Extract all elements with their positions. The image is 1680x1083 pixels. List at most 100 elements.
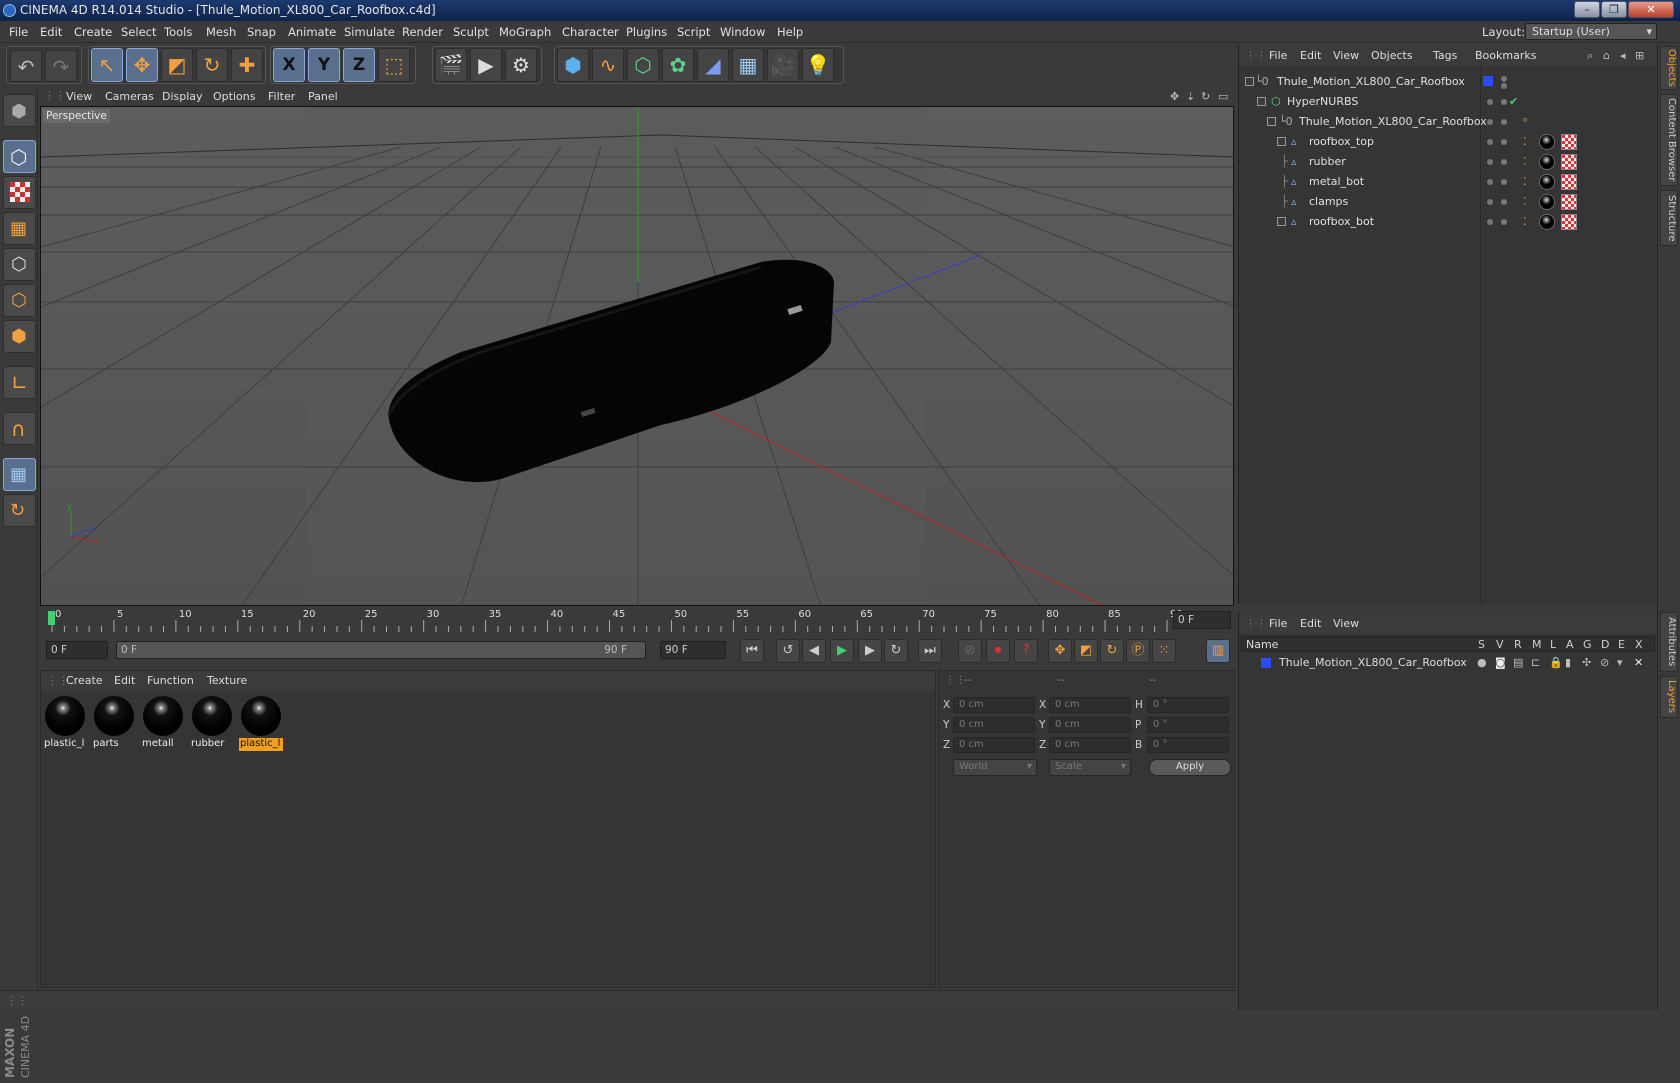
frame-range-slider[interactable]: 0 F 90 F bbox=[116, 641, 646, 659]
cube-button[interactable]: ⬢ bbox=[557, 48, 589, 82]
tab-content-browser[interactable]: Content Browser bbox=[1660, 94, 1678, 186]
render-visibility-icon[interactable] bbox=[1501, 199, 1507, 205]
menu-animate[interactable]: Animate bbox=[288, 25, 336, 39]
go-to-end-button[interactable]: ⏭ bbox=[918, 639, 942, 663]
expand-icon[interactable] bbox=[1277, 137, 1286, 146]
visibility-icon[interactable] bbox=[1487, 199, 1493, 205]
apply-button[interactable]: Apply bbox=[1149, 759, 1231, 776]
layer-menu-file[interactable]: File bbox=[1269, 617, 1287, 630]
col-render[interactable]: R bbox=[1514, 638, 1522, 651]
visibility-icon[interactable] bbox=[1487, 159, 1493, 165]
render-visibility-icon[interactable] bbox=[1501, 179, 1507, 185]
deformer-button[interactable]: ◢ bbox=[697, 48, 729, 82]
scale-button[interactable]: ◩ bbox=[161, 48, 193, 82]
texture-mode-button[interactable] bbox=[3, 176, 36, 209]
undo-button[interactable]: ↶ bbox=[10, 50, 42, 82]
object-menu-tags[interactable]: Tags bbox=[1433, 49, 1457, 62]
material-menu-function[interactable]: Function bbox=[147, 674, 194, 687]
points-mode-button[interactable]: ⬡ bbox=[3, 248, 36, 281]
floor-button[interactable]: ▦ bbox=[732, 48, 764, 82]
texture-tag-icon[interactable] bbox=[1561, 134, 1577, 150]
visibility-render-icon[interactable] bbox=[1501, 83, 1507, 89]
menu-character[interactable]: Character bbox=[562, 25, 619, 39]
expand-icon[interactable] bbox=[1277, 217, 1286, 226]
make-editable-button[interactable]: ⬢ bbox=[3, 94, 36, 127]
menu-snap[interactable]: Snap bbox=[247, 25, 276, 39]
new-view-icon[interactable]: ⊞ bbox=[1635, 49, 1644, 62]
pos-y-field[interactable]: 0 cm bbox=[953, 717, 1035, 733]
viewport-menu-display[interactable]: Display bbox=[162, 90, 203, 103]
perspective-viewport[interactable]: y x z Perspective bbox=[40, 106, 1234, 606]
visibility-icon[interactable] bbox=[1487, 219, 1493, 225]
layout-dropdown[interactable]: Startup (User) ▾ bbox=[1525, 23, 1657, 40]
object-row[interactable]: └0 Thule_Motion_XL800_Car_Roofbox bbox=[1239, 72, 1657, 92]
next-frame-button[interactable]: ▶ bbox=[858, 639, 882, 663]
menu-simulate[interactable]: Simulate bbox=[344, 25, 395, 39]
render-visibility-icon[interactable] bbox=[1501, 99, 1507, 105]
tab-objects[interactable]: Objects bbox=[1660, 46, 1678, 90]
rot-h-field[interactable]: 0 ° bbox=[1147, 697, 1229, 713]
layer-menu-view[interactable]: View bbox=[1333, 617, 1359, 630]
layer-name-header[interactable]: Name bbox=[1246, 638, 1278, 651]
workplane-mode-button[interactable]: ▦ bbox=[3, 212, 36, 245]
solo-toggle-icon[interactable]: ● bbox=[1477, 656, 1487, 669]
move-button[interactable]: ✥ bbox=[126, 48, 158, 82]
light-button[interactable]: 💡 bbox=[802, 48, 834, 82]
camera-button[interactable]: 🎥 bbox=[767, 48, 799, 82]
spline-button[interactable]: ∿ bbox=[592, 48, 624, 82]
render-settings-button[interactable]: ⚙ bbox=[505, 48, 537, 82]
generator-toggle-icon[interactable]: ✣ bbox=[1582, 656, 1591, 669]
next-key-button[interactable]: ↻ bbox=[884, 639, 908, 663]
size-z-field[interactable]: 0 cm bbox=[1049, 737, 1131, 753]
visibility-icon[interactable] bbox=[1487, 179, 1493, 185]
material-tag-icon[interactable] bbox=[1539, 134, 1555, 150]
texture-tag-icon[interactable] bbox=[1561, 154, 1577, 170]
render-visibility-icon[interactable] bbox=[1501, 119, 1507, 125]
render-toggle-icon[interactable]: ▤ bbox=[1513, 656, 1523, 669]
object-row[interactable]: ├ ▵ clamps ⁚ bbox=[1239, 192, 1657, 212]
object-row[interactable]: ▵ roofbox_bot ⁚ bbox=[1239, 212, 1657, 232]
restore-button[interactable]: ❐ bbox=[1601, 1, 1627, 18]
record-rotation-button[interactable]: ↻ bbox=[1100, 639, 1124, 663]
render-picture-viewer-button[interactable]: ▶ bbox=[470, 48, 502, 82]
viewport-menu-view[interactable]: View bbox=[66, 90, 92, 103]
previous-frame-button[interactable]: ◀ bbox=[802, 639, 826, 663]
menu-mograph[interactable]: MoGraph bbox=[499, 25, 551, 39]
visibility-icon[interactable] bbox=[1487, 119, 1493, 125]
object-row[interactable]: ⬡ HyperNURBS ✔ bbox=[1239, 92, 1657, 112]
keyframe-selection-button[interactable]: ? bbox=[1014, 639, 1038, 663]
menu-edit[interactable]: Edit bbox=[40, 25, 62, 39]
tab-layers[interactable]: Layers bbox=[1660, 676, 1678, 718]
visibility-editor-icon[interactable] bbox=[1501, 76, 1507, 82]
visibility-icon[interactable] bbox=[1487, 139, 1493, 145]
menu-create[interactable]: Create bbox=[74, 25, 112, 39]
texture-tag-icon[interactable] bbox=[1561, 214, 1577, 230]
dolly-view-icon[interactable]: ⇣ bbox=[1186, 90, 1195, 103]
viewport-camera-label[interactable]: Perspective bbox=[43, 109, 110, 123]
viewport-menu-filter[interactable]: Filter bbox=[268, 90, 295, 103]
rot-p-field[interactable]: 0 ° bbox=[1147, 717, 1229, 733]
col-expressions[interactable]: E bbox=[1618, 638, 1625, 651]
home-icon[interactable]: ⌂ bbox=[1603, 49, 1610, 62]
tab-attributes[interactable]: Attributes bbox=[1660, 612, 1678, 672]
menu-mesh[interactable]: Mesh bbox=[206, 25, 236, 39]
render-visibility-icon[interactable] bbox=[1501, 219, 1507, 225]
z-axis-button[interactable]: Z bbox=[343, 48, 375, 82]
record-position-button[interactable]: ✥ bbox=[1048, 639, 1072, 663]
eye-icon[interactable]: ◙ bbox=[1495, 656, 1506, 669]
pos-x-field[interactable]: 0 cm bbox=[953, 697, 1035, 713]
texture-tag-icon[interactable] bbox=[1561, 194, 1577, 210]
layer-color-swatch[interactable] bbox=[1261, 658, 1271, 668]
object-menu-objects[interactable]: Objects bbox=[1371, 49, 1413, 62]
collapse-icon[interactable] bbox=[1257, 97, 1266, 106]
phong-tag-icon[interactable]: ⁚ bbox=[1523, 155, 1527, 168]
col-deformers[interactable]: D bbox=[1601, 638, 1609, 651]
previous-key-button[interactable]: ↺ bbox=[776, 639, 800, 663]
viewport-menu-options[interactable]: Options bbox=[213, 90, 255, 103]
deformer-toggle-icon[interactable]: ⊘ bbox=[1600, 656, 1609, 669]
material-tag-icon[interactable] bbox=[1539, 174, 1555, 190]
rotate-button[interactable]: ↻ bbox=[196, 48, 228, 82]
material-swatch-selected[interactable]: plastic_l bbox=[239, 694, 283, 752]
texture-tag-icon[interactable] bbox=[1561, 174, 1577, 190]
redo-button[interactable]: ↷ bbox=[45, 50, 77, 82]
